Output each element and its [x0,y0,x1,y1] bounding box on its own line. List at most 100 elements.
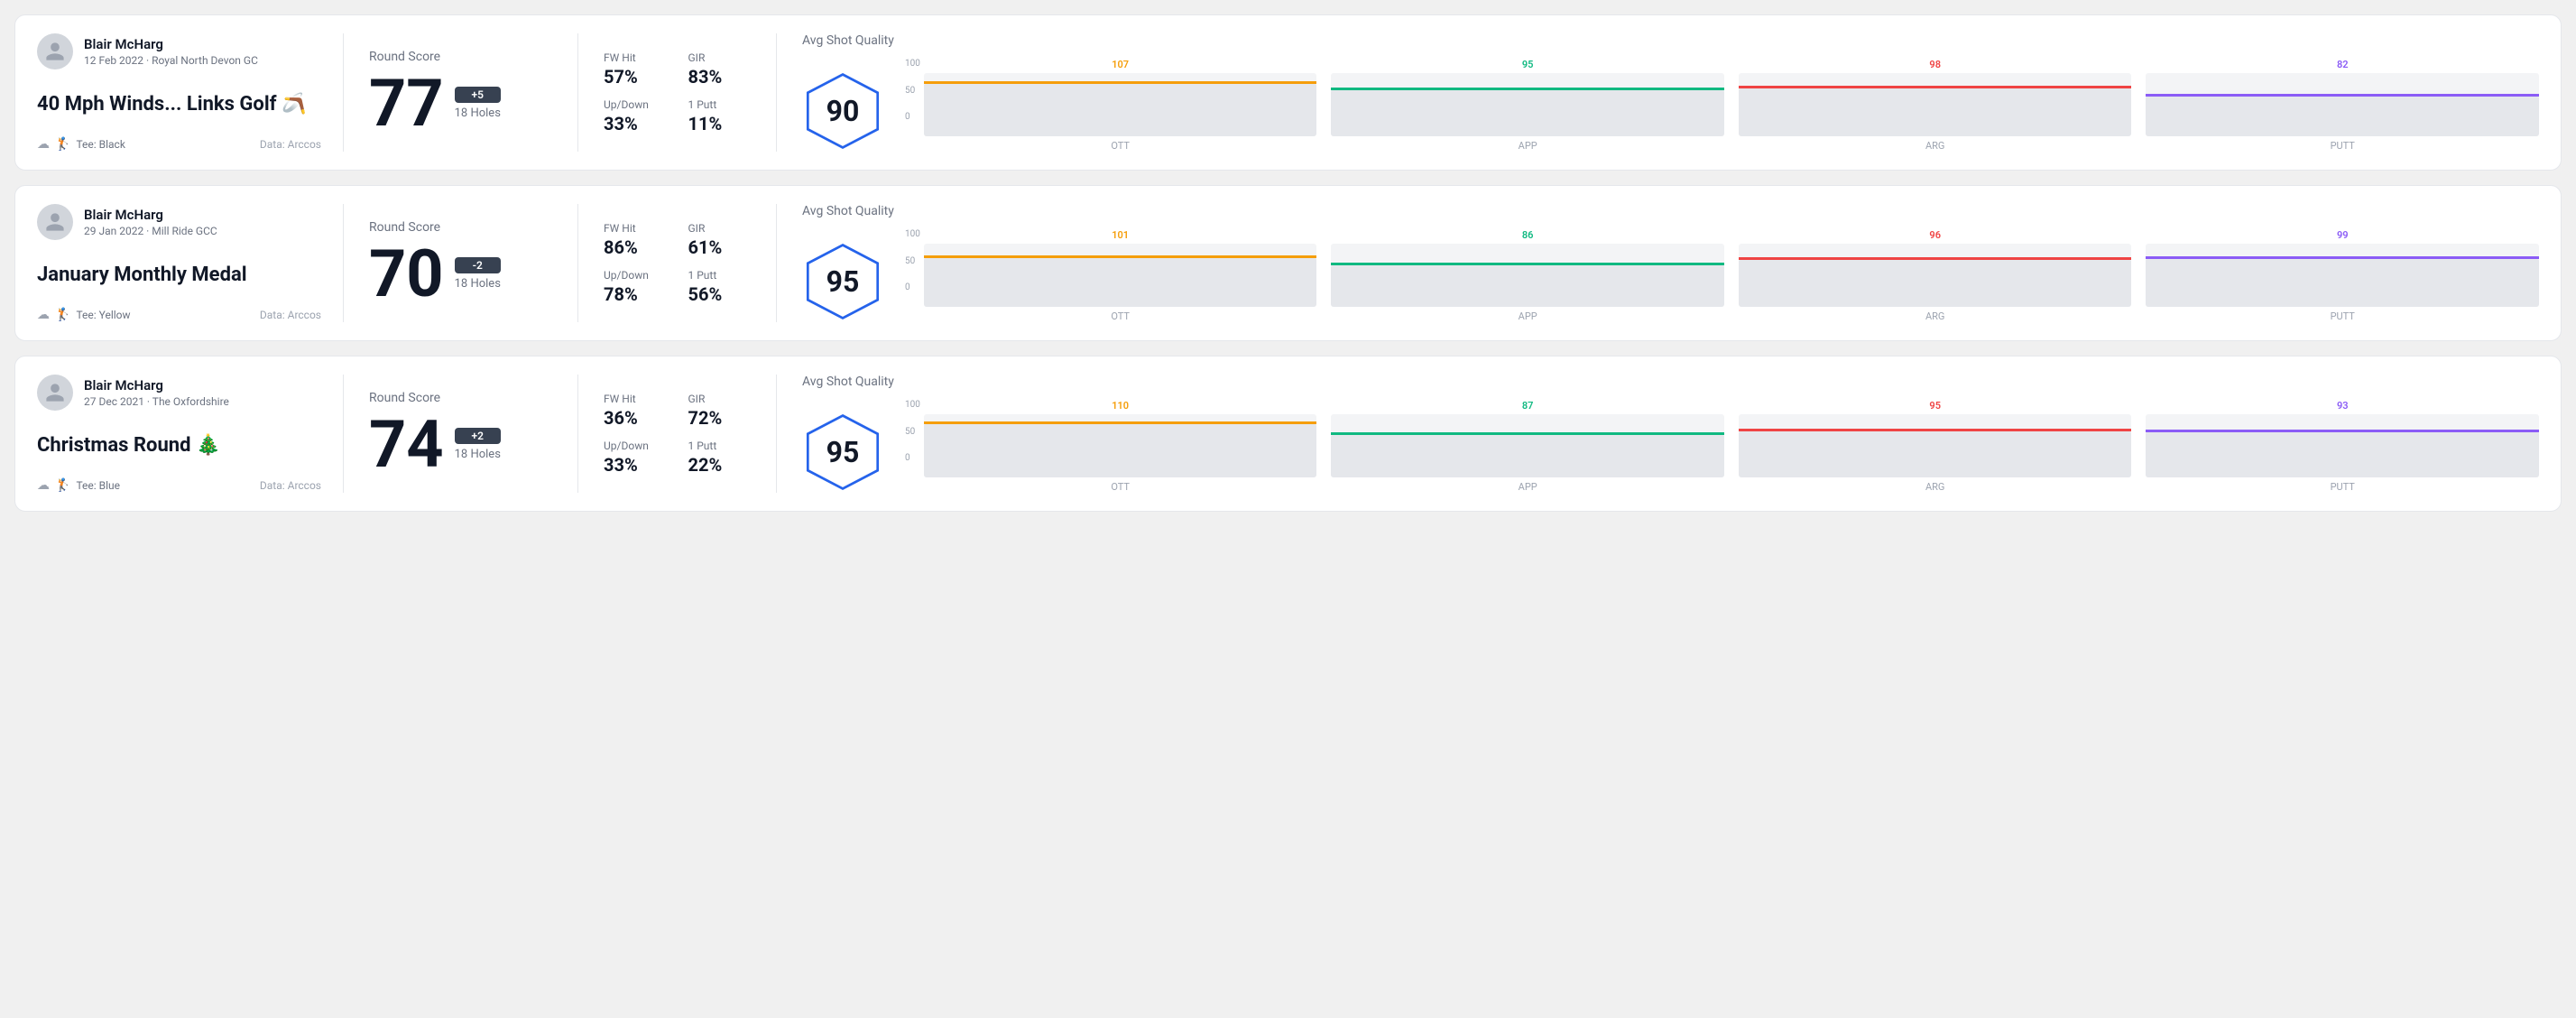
round-card-3: Blair McHarg27 Dec 2021 · The Oxfordshir… [14,356,2562,512]
avg-shot-quality-section: Avg Shot Quality 95 100 50 0 101OTT86APP… [777,204,2539,322]
bar-gray-fill [1739,88,2132,136]
stat-item: GIR83% [688,51,752,88]
y-axis-100: 100 [905,59,920,69]
bar-col-putt: 82 PUTT [2146,59,2539,152]
avg-shot-quality-label: Avg Shot Quality [802,204,2539,218]
stat-label: 1 Putt [688,98,752,111]
bar-top-value: 107 [1112,59,1129,70]
stat-item: GIR72% [688,393,752,429]
stat-label: FW Hit [604,393,667,405]
stat-label: Up/Down [604,269,667,282]
bar-wrapper [924,73,1317,136]
user-info: Blair McHarg12 Feb 2022 · Royal North De… [84,36,258,67]
bar-top-value: 96 [1929,229,1941,241]
chart-with-axis: 100 50 0 110OTT87APP95ARG93PUTT [905,400,2539,493]
stat-value: 72% [688,407,752,429]
bar-col-putt: 99PUTT [2146,229,2539,322]
score-section: Round Score 77+518 Holes [344,33,578,152]
y-axis-50: 50 [905,86,920,96]
bar-label: OTT [1111,140,1130,152]
bar-gray-fill [2146,259,2539,307]
stat-item: Up/Down78% [604,269,667,305]
avg-shot-quality-label: Avg Shot Quality [802,33,2539,48]
bar-top-value: 87 [1522,400,1534,412]
bar-wrapper [1331,244,1724,307]
stat-label: 1 Putt [688,440,752,452]
stat-value: 11% [688,113,752,134]
bar-wrapper [1739,73,2132,136]
bar-gray-fill [1331,265,1724,307]
user-row: Blair McHarg29 Jan 2022 · Mill Ride GCC [37,204,321,240]
bar-fill [1739,86,2132,88]
bar-chart: 100 50 0 107OTT95APP98ARG82PUTT [905,59,2539,152]
user-name: Blair McHarg [84,377,229,393]
round-score-label: Round Score [369,50,552,64]
card-bottom-row: ☁ 🏌 Tee: Blue Data: Arccos [37,478,321,493]
avatar [37,375,73,411]
bar-top-value: 82 [2337,59,2349,70]
tee-info: ☁ 🏌 Tee: Blue [37,478,120,493]
bar-fill [2146,94,2539,97]
stat-item: GIR61% [688,222,752,258]
score-badge-col: +518 Holes [455,87,501,120]
bar-gray-fill [1739,260,2132,307]
user-row: Blair McHarg27 Dec 2021 · The Oxfordshir… [37,375,321,411]
avg-shot-quality-label: Avg Shot Quality [802,375,2539,389]
round-title: 40 Mph Winds... Links Golf 🪃 [37,93,321,116]
date-course: 12 Feb 2022 · Royal North Devon GC [84,54,258,67]
bar-col-arg: 98ARG [1739,59,2132,152]
bar-chart-inner: 110OTT87APP95ARG93PUTT [924,400,2539,493]
y-axis-50: 50 [905,256,920,266]
stat-value: 78% [604,283,667,305]
bar-fill [924,255,1317,258]
bar-col-app: 86APP [1331,229,1724,322]
stats-section: FW Hit86%GIR61%Up/Down78%1 Putt56% [578,204,777,322]
hexagon-container: 95 [802,241,883,322]
hexagon: 95 [802,241,883,322]
bar-top-value: 101 [1112,229,1129,241]
tee-label: Tee: Black [76,138,125,151]
y-axis-50: 50 [905,427,920,437]
user-info: Blair McHarg27 Dec 2021 · The Oxfordshir… [84,377,229,408]
stat-label: GIR [688,51,752,64]
bar-label: PUTT [2331,140,2355,152]
quality-row: 95 100 50 0 110OTT87APP95ARG93PUTT [802,400,2539,493]
bar-col-arg: 96ARG [1739,229,2132,322]
data-source: Data: Arccos [260,138,321,151]
stats-grid: FW Hit36%GIR72%Up/Down33%1 Putt22% [604,393,751,476]
score-row: 77+518 Holes [369,71,552,136]
bar-col-ott: 101OTT [924,229,1317,322]
round-title: Christmas Round 🎄 [37,434,321,458]
y-axis-0: 0 [905,453,920,463]
bar-gray-fill [1331,435,1724,477]
round-card-2: Blair McHarg29 Jan 2022 · Mill Ride GCC J… [14,185,2562,341]
chart-with-axis: 100 50 0 101OTT86APP96ARG99PUTT [905,229,2539,322]
holes-label: 18 Holes [455,277,501,291]
stats-section: FW Hit36%GIR72%Up/Down33%1 Putt22% [578,375,777,493]
stat-label: 1 Putt [688,269,752,282]
holes-label: 18 Holes [455,448,501,461]
stat-item: Up/Down33% [604,98,667,134]
stat-value: 33% [604,454,667,476]
round-title: January Monthly Medal [37,264,321,287]
bar-col-app: 87APP [1331,400,1724,493]
stat-label: FW Hit [604,222,667,235]
stat-value: 57% [604,66,667,88]
stat-value: 36% [604,407,667,429]
tee-label: Tee: Yellow [76,309,130,321]
bar-wrapper [1739,414,2132,477]
quality-row: 90 100 50 0 107OTT95APP98ARG82PUTT [802,59,2539,152]
bar-chart-inner: 101OTT86APP96ARG99PUTT [924,229,2539,322]
bar-fill [1331,432,1724,435]
bar-col-putt: 93PUTT [2146,400,2539,493]
y-axis-0: 0 [905,282,920,292]
round-card-1: Blair McHarg12 Feb 2022 · Royal North De… [14,14,2562,171]
hexagon-score: 95 [826,435,860,469]
bar-fill [1739,429,2132,431]
score-section: Round Score70-218 Holes [344,204,578,322]
bar-chart-inner: 107OTT95APP98ARG82PUTT [924,59,2539,152]
bar-top-value: 95 [1929,400,1941,412]
bar-gray-fill [924,84,1317,136]
bar-label: PUTT [2331,310,2355,322]
bar-label: ARG [1925,481,1944,493]
